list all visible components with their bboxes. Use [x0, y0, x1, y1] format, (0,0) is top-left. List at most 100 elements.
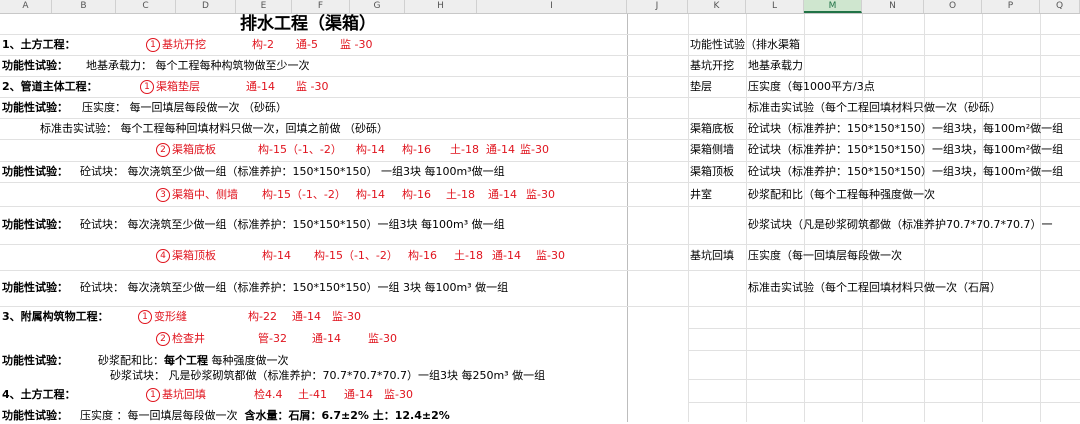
section-label[interactable]: 4、土方工程： — [2, 387, 76, 403]
test-label[interactable]: 功能性试验： — [2, 58, 68, 74]
side-key[interactable]: 垫层 — [690, 79, 712, 95]
side-value[interactable]: 标准击实试验（每个工程回填材料只做一次（石屑） — [748, 280, 1001, 296]
code-cell[interactable]: 构-22 — [248, 309, 277, 325]
side-key[interactable]: 渠箱顶板 — [690, 164, 734, 180]
column-header-k[interactable]: K — [688, 0, 746, 13]
gridline — [0, 306, 1080, 307]
code-cell[interactable]: 检4.4 — [254, 387, 283, 403]
test-text[interactable]: 砂浆试块： 凡是砂浆砌筑都做（标准养护：70.7*70.7*70.7）一组3块 … — [110, 368, 545, 384]
code-cell[interactable]: 土-18 — [454, 248, 483, 264]
side-value[interactable]: 标准击实试验（每个工程回填材料只做一次（砂砾） — [748, 100, 1001, 116]
column-header-h[interactable]: H — [405, 0, 477, 13]
item-cell[interactable]: 1 渠箱垫层 — [140, 79, 200, 95]
item-name: 基坑回填 — [162, 388, 206, 401]
side-value[interactable]: 砂浆试块（凡是砂浆砌筑都做（标准养护70.7*70.7*70.7）一 — [748, 217, 1080, 233]
code-cell[interactable]: 通-14 — [486, 142, 515, 158]
code-cell[interactable]: 监 -30 — [340, 37, 372, 53]
code-cell[interactable]: 通-14 — [246, 79, 275, 95]
column-header-j[interactable]: J — [627, 0, 688, 13]
code-cell[interactable]: 监-30 — [384, 387, 413, 403]
test-text[interactable]: 压实度： 每一回填层每段做一次 （砂砾） — [82, 100, 287, 116]
column-header-q[interactable]: Q — [1040, 0, 1080, 13]
code-cell[interactable]: 构-15（-1、-2） — [262, 187, 346, 203]
test-text-bold: 含水量：石屑：6.7±2% 土：12.4±2% — [244, 409, 450, 422]
column-header-p[interactable]: P — [982, 0, 1040, 13]
side-key[interactable]: 基坑回填 — [690, 248, 734, 264]
code-cell[interactable]: 监 -30 — [296, 79, 328, 95]
code-cell[interactable]: 管-32 — [258, 331, 287, 347]
code-cell[interactable]: 土-18 — [446, 187, 475, 203]
section-label[interactable]: 3、附属构筑物工程： — [2, 309, 109, 325]
test-label[interactable]: 功能性试验： — [2, 353, 68, 369]
column-header-bar: A B C D E F G H I J K L M N O P Q — [0, 0, 1080, 14]
column-header-i[interactable]: I — [477, 0, 627, 13]
column-header-e[interactable]: E — [236, 0, 292, 13]
side-value[interactable]: 砼试块（标准养护：150*150*150）一组3块，每100m²做一组 — [748, 121, 1063, 137]
code-cell[interactable]: 土-18 — [450, 142, 479, 158]
test-text[interactable]: 砼试块： 每次浇筑至少做一组（标准养护：150*150*150）一组 3块 每1… — [80, 280, 508, 296]
item-cell[interactable]: 1 变形缝 — [138, 309, 187, 325]
column-header-m[interactable]: M — [804, 0, 862, 13]
column-header-n[interactable]: N — [862, 0, 924, 13]
column-header-o[interactable]: O — [924, 0, 982, 13]
side-value[interactable]: 压实度（每一回填层每段做一次 — [748, 248, 902, 264]
side-key[interactable]: 井室 — [690, 187, 712, 203]
column-header-b[interactable]: B — [52, 0, 116, 13]
code-cell[interactable]: 通-14 — [488, 187, 517, 203]
code-cell[interactable]: 构-16 — [402, 142, 431, 158]
test-label[interactable]: 功能性试验： — [2, 164, 68, 180]
code-cell[interactable]: 构-14 — [356, 187, 385, 203]
column-header-d[interactable]: D — [176, 0, 236, 13]
test-label[interactable]: 功能性试验： — [2, 100, 68, 116]
code-cell[interactable]: 监-30 — [368, 331, 397, 347]
code-cell[interactable]: 通-14 — [312, 331, 341, 347]
side-value[interactable]: 砼试块（标准养护：150*150*150）一组3块，每100m²做一组 — [748, 164, 1063, 180]
code-cell[interactable]: 构-16 — [402, 187, 431, 203]
test-text[interactable]: 砼试块： 每次浇筑至少做一组（标准养护：150*150*150） 一组3块 每1… — [80, 164, 505, 180]
item-cell[interactable]: 2 检查井 — [156, 331, 205, 347]
test-label[interactable]: 功能性试验： — [2, 280, 68, 296]
column-header-a[interactable]: A — [0, 0, 52, 13]
item-cell[interactable]: 4 渠箱顶板 — [156, 248, 216, 264]
test-text[interactable]: 砼试块： 每次浇筑至少做一组（标准养护：150*150*150）一组3块 每10… — [80, 217, 505, 233]
code-cell[interactable]: 监-30 — [332, 309, 361, 325]
sheet-title[interactable]: 排水工程（渠箱） — [240, 14, 376, 34]
item-cell[interactable]: 1 基坑开挖 — [146, 37, 206, 53]
test-text[interactable]: 砂浆配和比：每个工程 每种强度做一次 — [98, 353, 289, 369]
code-cell[interactable]: 构-2 — [252, 37, 274, 53]
spreadsheet-grid[interactable]: 排水工程（渠箱） 1、土方工程： 1 基坑开挖 构-2 通-5 监 -30 功能性… — [0, 14, 1080, 422]
side-key[interactable]: 渠箱底板 — [690, 121, 734, 137]
test-text[interactable]: 标准击实试验： 每个工程每种回填材料只做一次，回填之前做 （砂砾） — [40, 121, 388, 137]
item-cell[interactable]: 2 渠箱底板 — [156, 142, 216, 158]
item-cell[interactable]: 3 渠箱中、侧墙 — [156, 187, 238, 203]
column-header-g[interactable]: G — [350, 0, 405, 13]
test-label[interactable]: 功能性试验： — [2, 217, 68, 233]
side-value[interactable]: 地基承载力 — [748, 58, 803, 74]
code-cell[interactable]: 构-15（-1、-2） — [258, 142, 342, 158]
side-key[interactable]: 渠箱侧墙 — [690, 142, 734, 158]
code-cell[interactable]: 监-30 — [526, 187, 555, 203]
section-label[interactable]: 1、土方工程： — [2, 37, 76, 53]
column-header-c[interactable]: C — [116, 0, 176, 13]
column-header-f[interactable]: F — [292, 0, 350, 13]
code-cell[interactable]: 通-14 — [292, 309, 321, 325]
side-value[interactable]: 砼试块（标准养护：150*150*150）一组3块，每100m²做一组 — [748, 142, 1063, 158]
side-value[interactable]: 压实度（每1000平方/3点 — [748, 79, 875, 95]
code-cell[interactable]: 构-14 — [356, 142, 385, 158]
section-label[interactable]: 2、管道主体工程： — [2, 79, 98, 95]
code-cell[interactable]: 通-14 — [492, 248, 521, 264]
code-cell[interactable]: 构-16 — [408, 248, 437, 264]
code-cell[interactable]: 通-14 — [344, 387, 373, 403]
test-text[interactable]: 地基承载力： 每个工程每种构筑物做至少一次 — [86, 58, 310, 74]
code-cell[interactable]: 构-15（-1、-2） — [314, 248, 398, 264]
item-cell[interactable]: 1 基坑回填 — [146, 387, 206, 403]
code-cell[interactable]: 土-41 — [298, 387, 327, 403]
column-header-l[interactable]: L — [746, 0, 804, 13]
code-cell[interactable]: 监-30 — [536, 248, 565, 264]
code-cell[interactable]: 通-5 — [296, 37, 318, 53]
code-cell[interactable]: 监-30 — [520, 142, 549, 158]
code-cell[interactable]: 构-14 — [262, 248, 291, 264]
side-value[interactable]: 功能性试验（排水渠箱 — [690, 37, 800, 53]
side-key[interactable]: 基坑开挖 — [690, 58, 734, 74]
side-value[interactable]: 砂浆配和比（每个工程每种强度做一次 — [748, 187, 935, 203]
